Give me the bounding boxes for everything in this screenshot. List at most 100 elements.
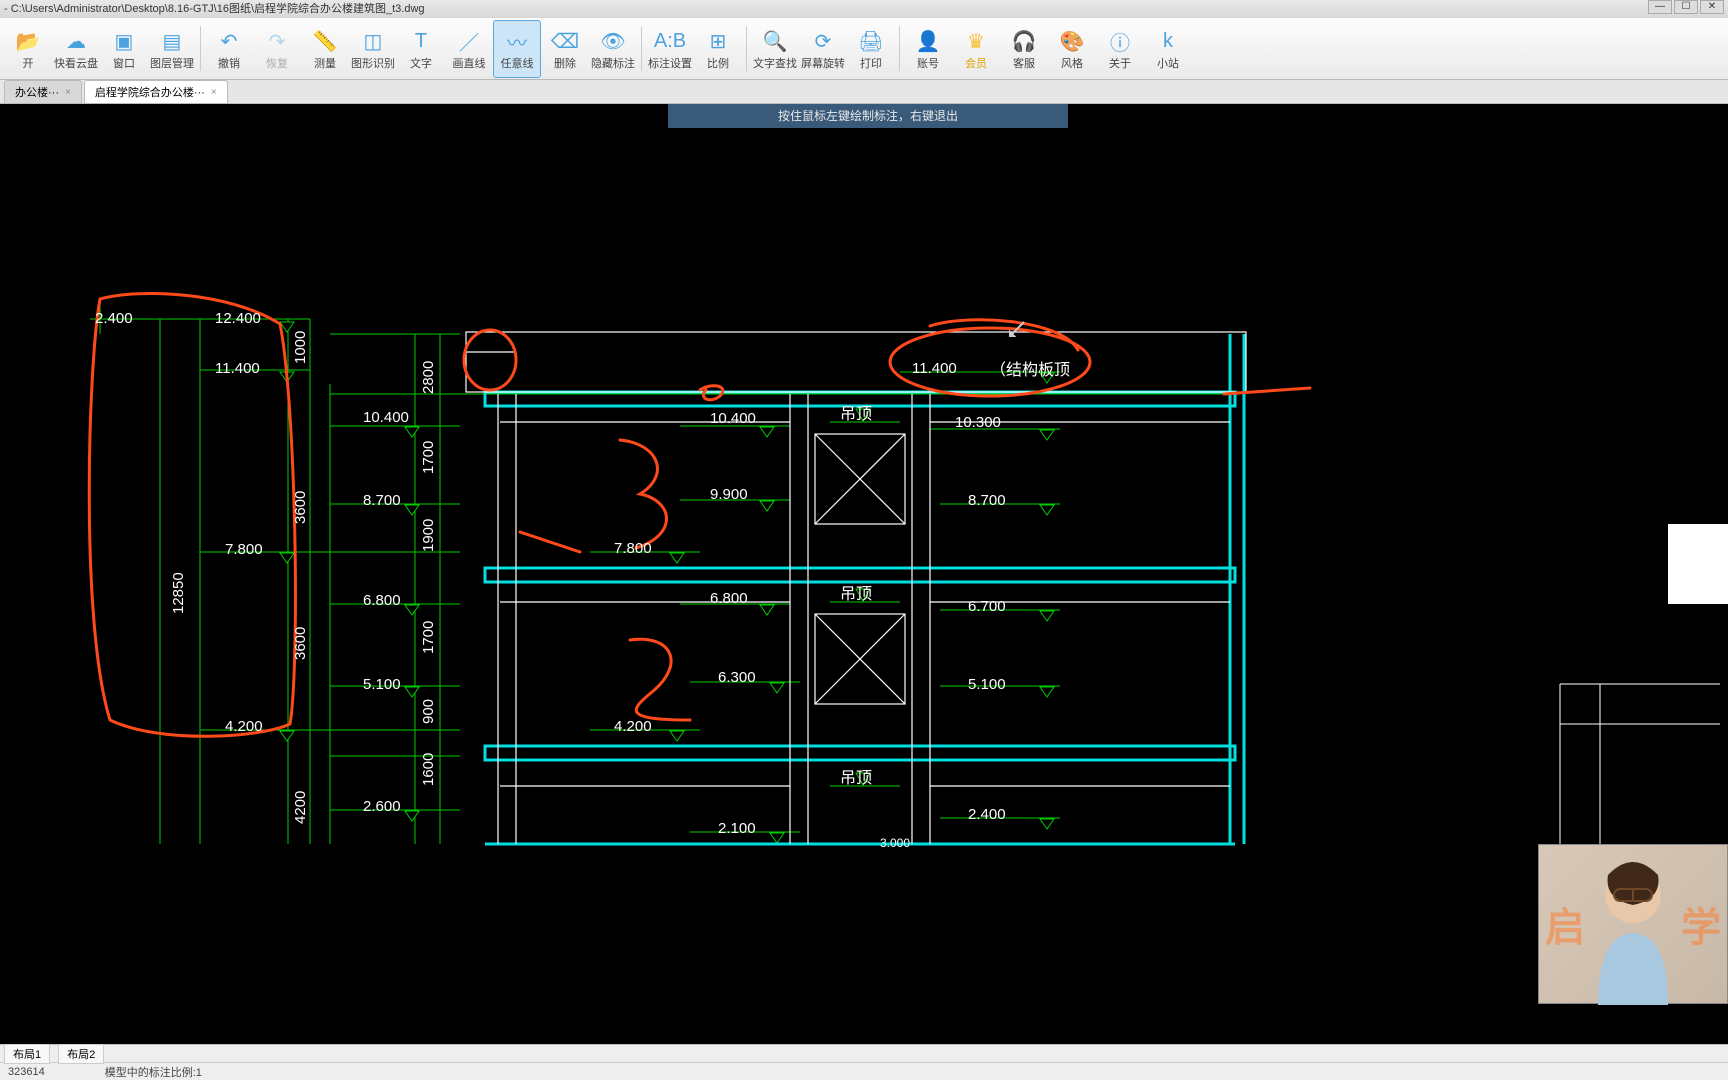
dim-label: 2.600 (363, 798, 401, 815)
tool-label: 恢复 (266, 55, 288, 71)
tool-label: 小站 (1157, 55, 1179, 71)
dim-label: 900 (420, 699, 437, 724)
tool-label: 屏幕旋转 (801, 55, 845, 71)
tool-测量[interactable]: 📏测量 (301, 20, 349, 78)
tool-隐藏标注[interactable]: 👁隐藏标注 (589, 20, 637, 78)
dim-label: 12850 (170, 572, 187, 614)
tool-label: 会员 (965, 55, 987, 71)
tool-图形识别[interactable]: ◫图形识别 (349, 20, 397, 78)
layout-tab[interactable]: 布局2 (58, 1044, 104, 1064)
tool-任意线[interactable]: 〰任意线 (493, 20, 541, 78)
dim-label: 2.100 (718, 820, 756, 837)
tool-关于[interactable]: ⓘ关于 (1096, 20, 1144, 78)
dim-label: 2800 (420, 361, 437, 394)
tool-标注设置[interactable]: A:B标注设置 (646, 20, 694, 78)
打印-icon: 🖨 (857, 27, 885, 55)
tool-label: 隐藏标注 (591, 55, 635, 71)
dim-label: 9.900 (710, 486, 748, 503)
tool-快看云盘[interactable]: ☁快看云盘 (52, 20, 100, 78)
status-scale: 模型中的标注比例:1 (105, 1064, 202, 1080)
tool-label: 客服 (1013, 55, 1035, 71)
dim-label: 1900 (420, 519, 437, 552)
tool-开[interactable]: 📂开 (4, 20, 52, 78)
dim-label: 11.400 (215, 360, 260, 377)
dim-label: 1700 (420, 441, 437, 474)
tool-画直线[interactable]: ／画直线 (445, 20, 493, 78)
tool-客服[interactable]: 🎧客服 (1000, 20, 1048, 78)
tool-label: 任意线 (501, 55, 534, 71)
tool-撤销[interactable]: ↶撤销 (205, 20, 253, 78)
恢复-icon: ↷ (263, 27, 291, 55)
tool-窗口[interactable]: ▣窗口 (100, 20, 148, 78)
dim-label: 10.400 (363, 409, 409, 426)
tool-label: 打印 (860, 55, 882, 71)
tool-删除[interactable]: ⌫删除 (541, 20, 589, 78)
dim-label: 5.100 (363, 676, 401, 693)
window-title: - C:\Users\Administrator\Desktop\8.16-GT… (4, 0, 425, 18)
dim-label: 吊顶 (840, 580, 872, 604)
关于-icon: ⓘ (1106, 27, 1134, 55)
title-bar: - C:\Users\Administrator\Desktop\8.16-GT… (0, 0, 1728, 18)
tool-label: 文字查找 (753, 55, 797, 71)
tab-label: 启程学院综合办公楼··· (95, 84, 205, 100)
close-button[interactable]: ✕ (1700, 0, 1724, 14)
dim-label: 吊顶 (840, 400, 872, 424)
窗口-icon: ▣ (110, 27, 138, 55)
dim-label: 7.800 (614, 540, 652, 557)
tool-图层管理[interactable]: ▤图层管理 (148, 20, 196, 78)
tool-会员[interactable]: ♛会员 (952, 20, 1000, 78)
画直线-icon: ／ (455, 27, 483, 55)
tool-label: 快看云盘 (54, 55, 98, 71)
status-bar: 323614 模型中的标注比例:1 (0, 1062, 1728, 1080)
删除-icon: ⌫ (551, 27, 579, 55)
风格-icon: 🎨 (1058, 27, 1086, 55)
tool-label: 测量 (314, 55, 336, 71)
layout-tabs: 布局1 布局2 (0, 1044, 1728, 1062)
doc-tab[interactable]: 办公楼···× (4, 80, 82, 103)
dim-label: 6.700 (968, 598, 1006, 615)
dim-label: 10.400 (710, 410, 756, 427)
main-toolbar: 📂开☁快看云盘▣窗口▤图层管理↶撤销↷恢复📏测量◫图形识别T文字／画直线〰任意线… (0, 18, 1728, 80)
tool-风格[interactable]: 🎨风格 (1048, 20, 1096, 78)
会员-icon: ♛ (962, 27, 990, 55)
tool-屏幕旋转[interactable]: ⟳屏幕旋转 (799, 20, 847, 78)
tool-label: 撤销 (218, 55, 240, 71)
dim-label: 4.200 (225, 718, 263, 735)
dim-label: 1700 (420, 621, 437, 654)
开-icon: 📂 (14, 27, 42, 55)
doc-tab[interactable]: 启程学院综合办公楼··· × (84, 80, 228, 103)
tool-账号[interactable]: 👤账号 (904, 20, 952, 78)
tool-label: 开 (23, 55, 34, 71)
dim-label: 3600 (292, 491, 309, 524)
window-controls: — ☐ ✕ (1648, 0, 1728, 18)
dim-label: 11.400 (912, 360, 957, 377)
close-icon[interactable]: × (211, 87, 217, 98)
撤销-icon: ↶ (215, 27, 243, 55)
dim-label: 10.300 (955, 414, 1001, 431)
minimize-button[interactable]: — (1648, 0, 1672, 14)
tool-label: 图形识别 (351, 55, 395, 71)
tool-label: 画直线 (453, 55, 486, 71)
图形识别-icon: ◫ (359, 27, 387, 55)
tool-label: 关于 (1109, 55, 1131, 71)
tool-恢复[interactable]: ↷恢复 (253, 20, 301, 78)
文字-icon: T (407, 27, 435, 55)
tool-文字查找[interactable]: 🔍文字查找 (751, 20, 799, 78)
maximize-button[interactable]: ☐ (1674, 0, 1698, 14)
close-icon[interactable]: × (65, 87, 71, 98)
dim-label: 1600 (420, 753, 437, 786)
账号-icon: 👤 (914, 27, 942, 55)
tool-文字[interactable]: T文字 (397, 20, 445, 78)
drawing-canvas[interactable]: 按住鼠标左键绘制标注，右键退出 (0, 104, 1728, 1044)
tool-label: 风格 (1061, 55, 1083, 71)
status-coord: 323614 (8, 1066, 45, 1078)
tool-打印[interactable]: 🖨打印 (847, 20, 895, 78)
dim-label: 3.000 (880, 836, 910, 850)
标注设置-icon: A:B (656, 27, 684, 55)
layout-tab[interactable]: 布局1 (4, 1044, 50, 1064)
tool-比例[interactable]: ⊞比例 (694, 20, 742, 78)
任意线-icon: 〰 (503, 27, 531, 55)
tool-小站[interactable]: k小站 (1144, 20, 1192, 78)
图层管理-icon: ▤ (158, 27, 186, 55)
dim-label: 3600 (292, 627, 309, 660)
